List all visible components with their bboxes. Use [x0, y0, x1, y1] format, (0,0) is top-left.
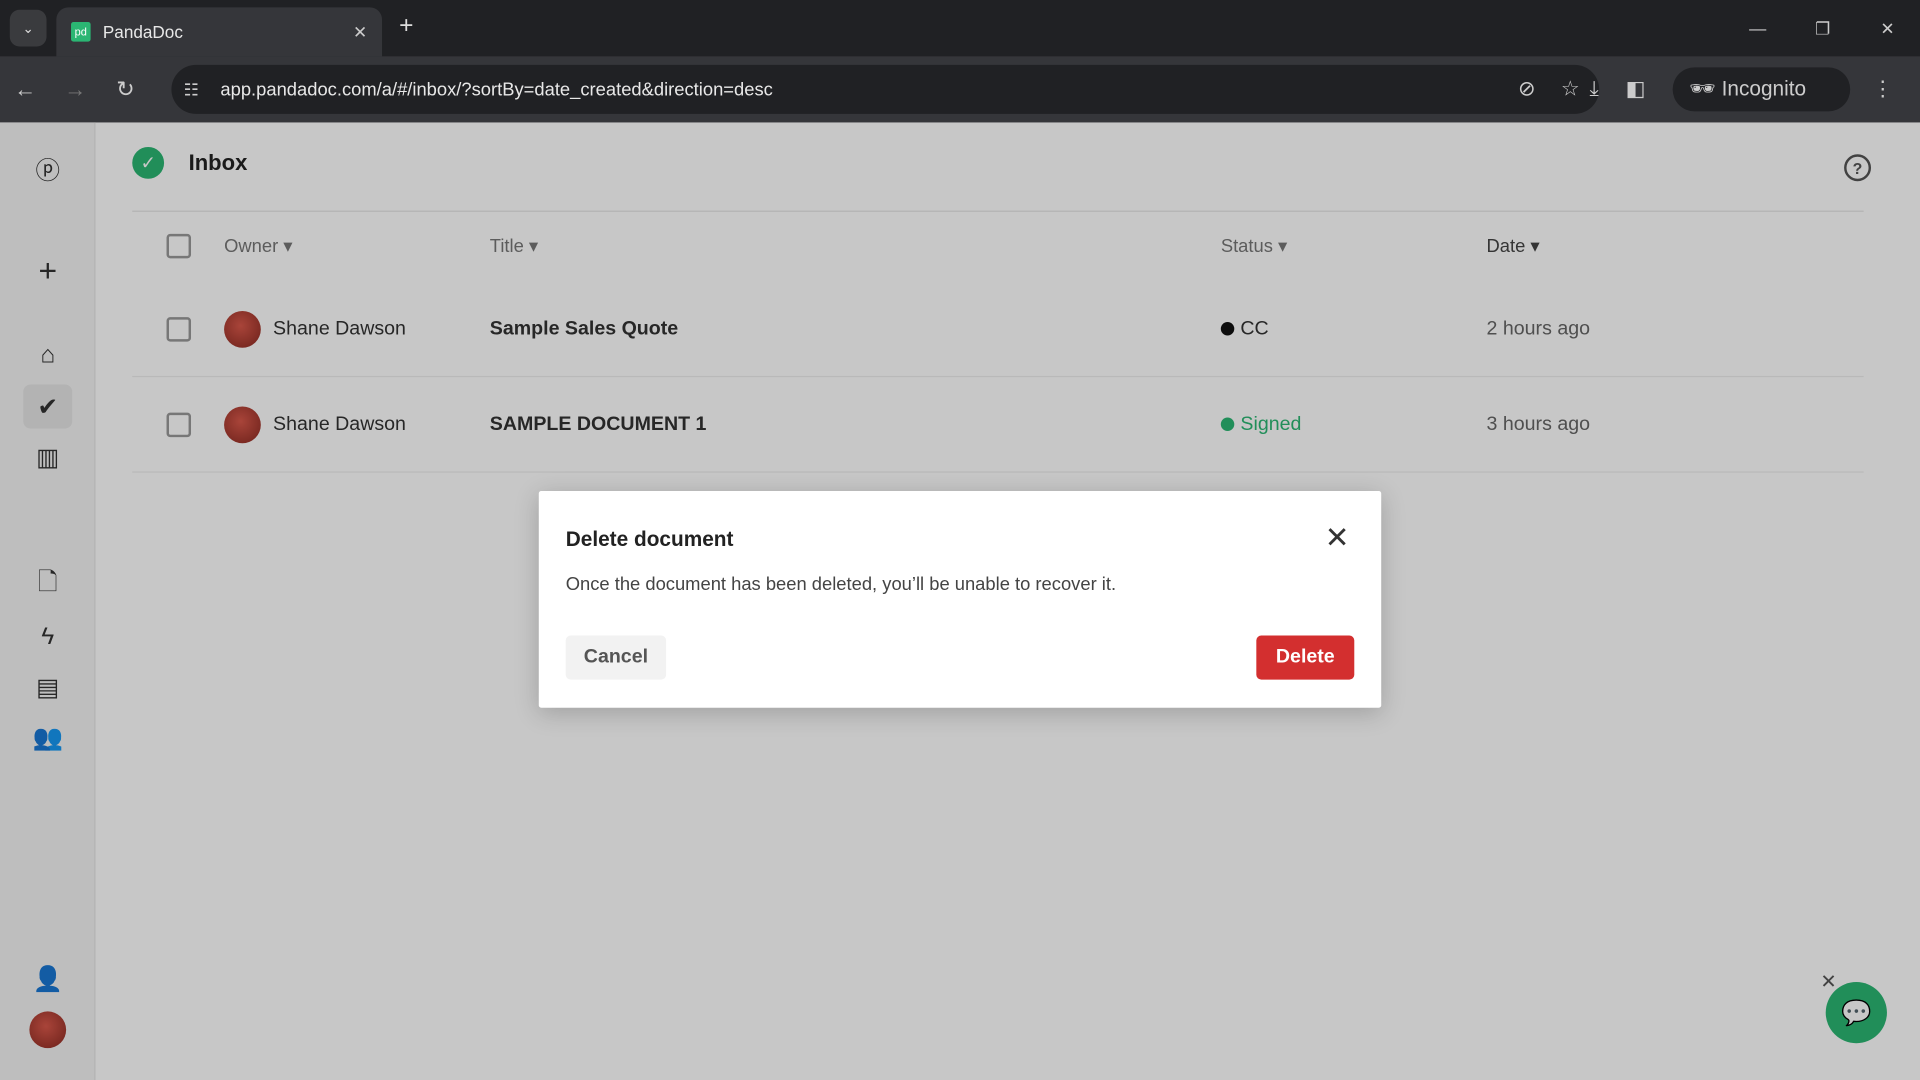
download-icon[interactable]: ⤓: [1590, 77, 1599, 101]
cancel-button[interactable]: Cancel: [565, 635, 667, 680]
new-tab-button[interactable]: +: [399, 12, 413, 40]
delete-button[interactable]: Delete: [1256, 635, 1355, 680]
close-tab-icon[interactable]: ✕: [353, 21, 367, 42]
close-icon[interactable]: ✕: [1325, 520, 1350, 556]
delete-document-dialog: Delete document ✕ Once the document has …: [538, 491, 1382, 708]
address-bar-row: ← → ↻ ☷ app.pandadoc.com/a/#/inbox/?sort…: [0, 56, 1920, 123]
back-icon[interactable]: ←: [0, 77, 50, 103]
forward-icon[interactable]: →: [50, 77, 100, 103]
incognito-badge[interactable]: 🕶 Incognito: [1672, 67, 1851, 112]
menu-icon[interactable]: ⋮: [1872, 77, 1893, 101]
profile-label: Incognito: [1721, 77, 1807, 101]
minimize-button[interactable]: —: [1725, 0, 1790, 56]
tab-strip: ⌄ pd PandaDoc ✕ + — ❐ ✕: [0, 0, 1920, 57]
bookmark-star-icon[interactable]: ☆: [1561, 77, 1580, 101]
dialog-message: Once the document has been deleted, you’…: [565, 574, 1117, 596]
reload-icon[interactable]: ↻: [100, 77, 150, 103]
tab-search-button[interactable]: ⌄: [9, 9, 47, 47]
tab-title: PandaDoc: [102, 22, 183, 42]
site-settings-icon[interactable]: ☷: [184, 79, 199, 100]
tracking-eye-icon[interactable]: ⊘: [1518, 77, 1535, 101]
browser-tab[interactable]: pd PandaDoc ✕: [56, 7, 383, 57]
dialog-title: Delete document: [565, 527, 734, 552]
side-panel-icon[interactable]: ◧: [1626, 77, 1646, 101]
url-text: app.pandadoc.com/a/#/inbox/?sortBy=date_…: [220, 78, 773, 100]
pandadoc-favicon-icon: pd: [71, 22, 91, 42]
url-bar[interactable]: ☷ app.pandadoc.com/a/#/inbox/?sortBy=dat…: [171, 64, 1600, 114]
restore-button[interactable]: ❐: [1790, 0, 1855, 56]
close-window-button[interactable]: ✕: [1855, 0, 1920, 56]
